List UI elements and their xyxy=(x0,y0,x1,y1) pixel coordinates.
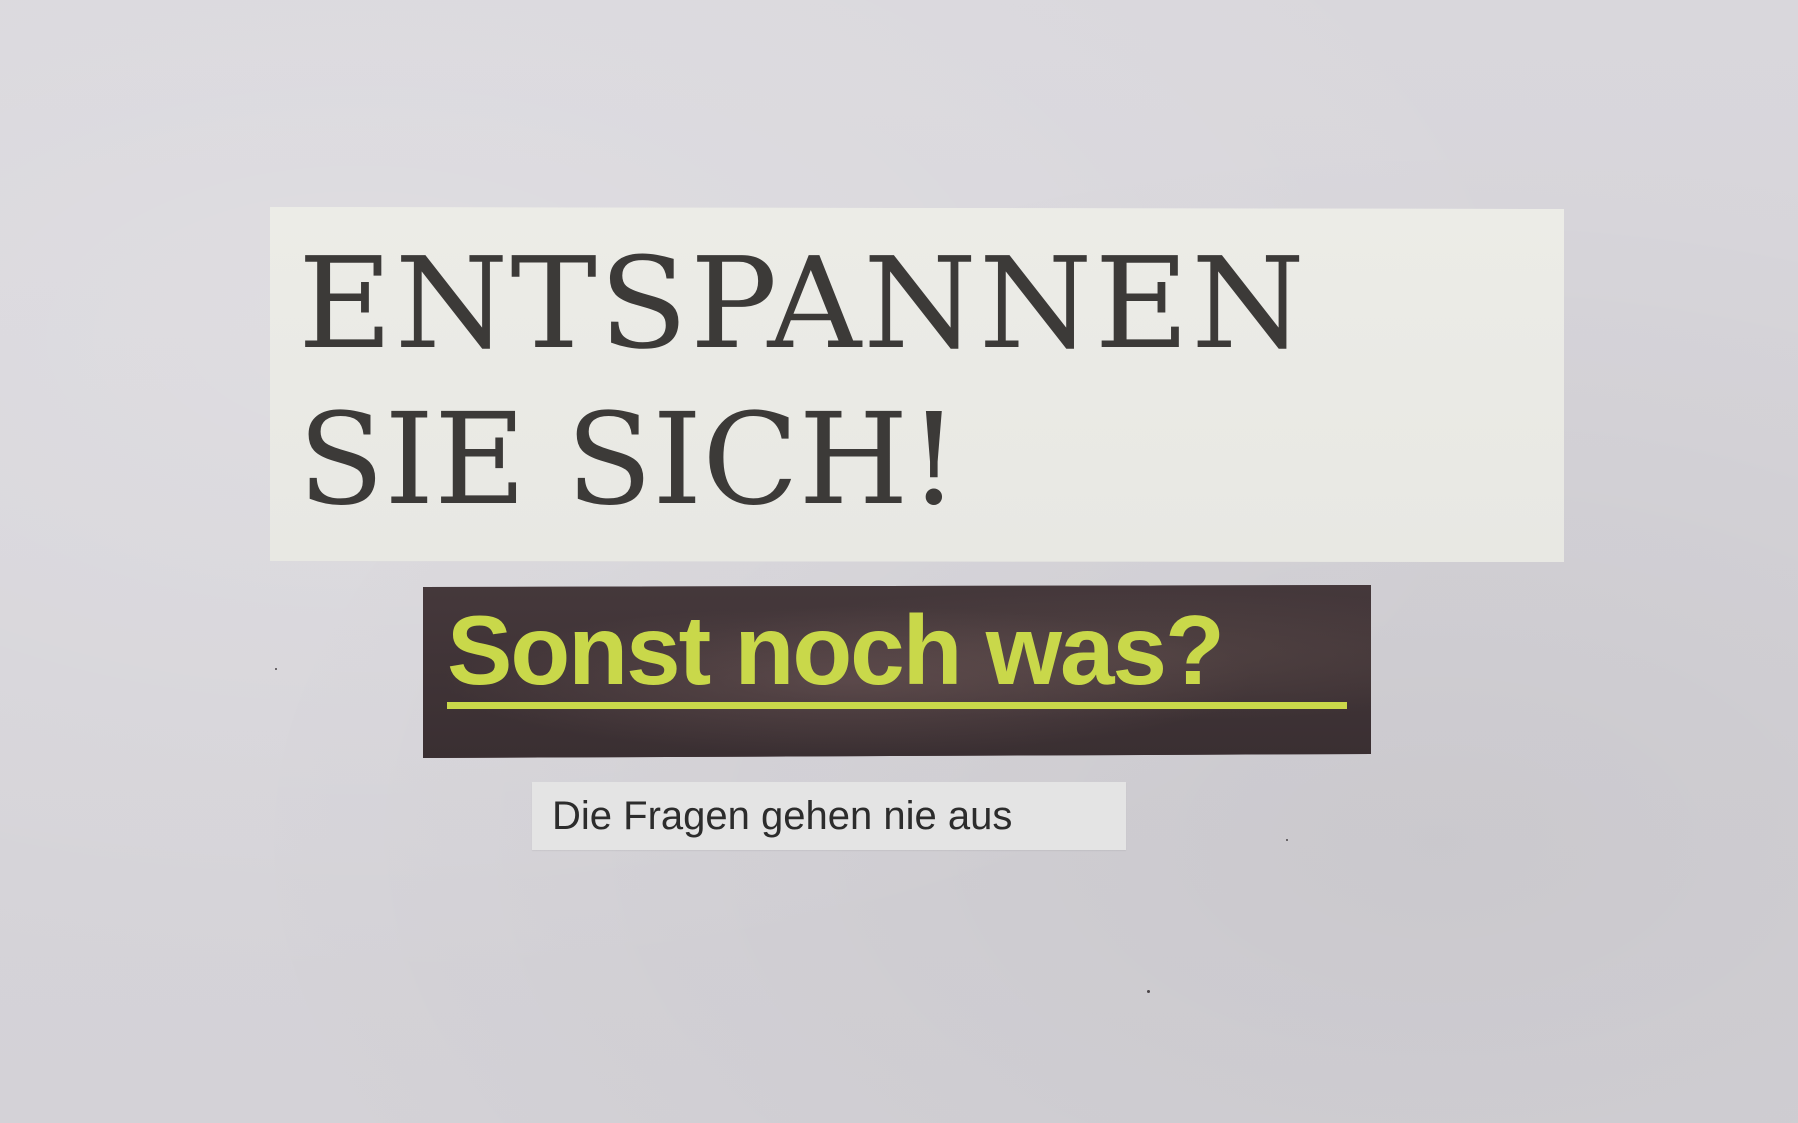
headline-clipping: ENTSPANNEN SIE SICH! xyxy=(270,207,1564,562)
question-text: Sonst noch was? xyxy=(447,595,1223,705)
subtitle-text: Die Fragen gehen nie aus xyxy=(552,794,1013,838)
collage-background: { "clippings": { "headline": { "line1": … xyxy=(0,0,1798,1123)
headline-line-2: SIE SICH! xyxy=(298,386,960,533)
question-clipping: Sonst noch was? xyxy=(423,585,1371,758)
headline-line-1: ENTSPANNEN xyxy=(298,230,1307,377)
paper-speck xyxy=(1147,990,1150,993)
subtitle-clipping: Die Fragen gehen nie aus xyxy=(532,782,1126,850)
paper-speck xyxy=(1286,839,1288,841)
paper-speck xyxy=(275,668,277,670)
question-underline xyxy=(447,702,1347,709)
